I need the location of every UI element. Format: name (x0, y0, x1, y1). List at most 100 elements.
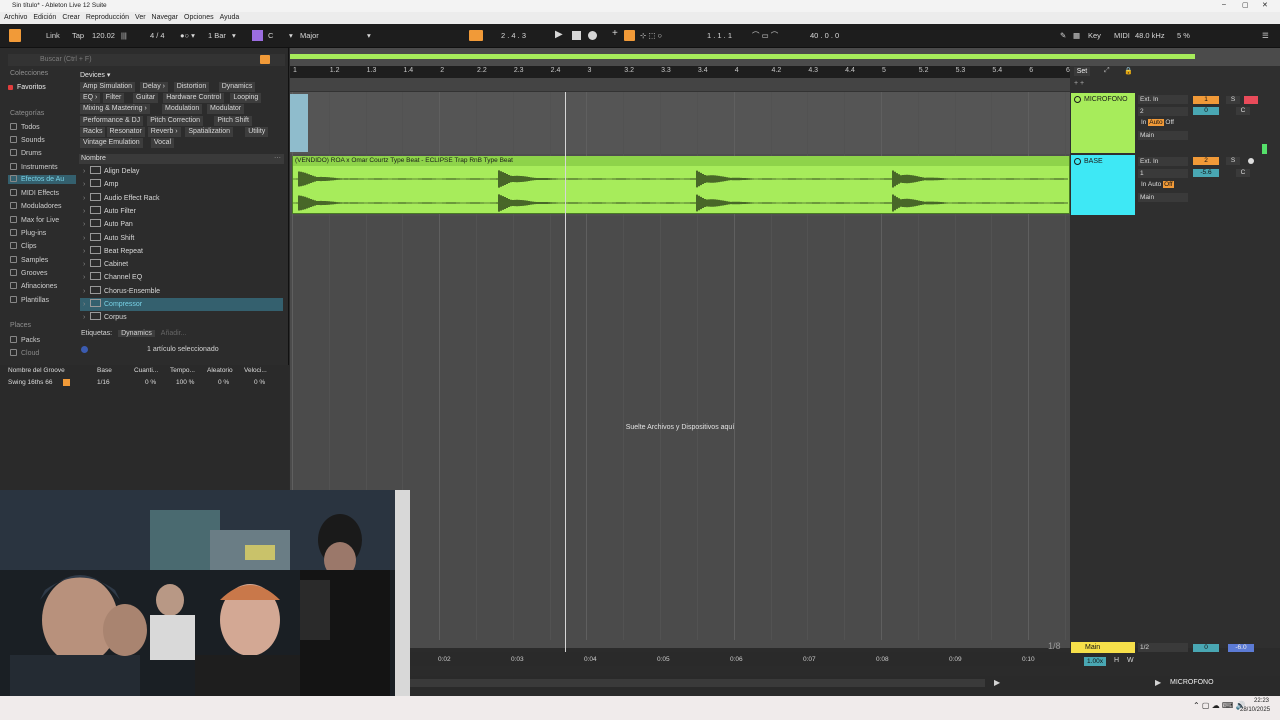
groove-col-base[interactable]: Base (97, 366, 112, 376)
system-tray-icon[interactable]: ⌃ ▢ ☁ ⌨ 🔊 (1193, 701, 1246, 710)
computer-keyboard-icon[interactable]: ▦ (1073, 30, 1080, 42)
song-position[interactable]: 2 . 4 . 3 (501, 30, 526, 42)
sidebar-item-max-for-live[interactable]: Max for Live (10, 216, 59, 225)
sidebar-item-instruments[interactable]: Instruments (10, 163, 58, 172)
expand-icon[interactable]: ⤢ (1104, 67, 1110, 75)
arrangement-record-icon[interactable] (469, 30, 483, 41)
main-volume[interactable]: 0 (1193, 644, 1219, 652)
capture-icon[interactable]: ⊹ ⬚ ○ (640, 30, 662, 42)
expand-arrow-icon[interactable]: › (83, 271, 85, 284)
device-tag[interactable]: Utility (245, 126, 269, 137)
expand-arrow-icon[interactable]: › (83, 192, 85, 205)
metronome-icon[interactable]: ||| (121, 30, 127, 42)
track-name[interactable]: BASE (1084, 158, 1103, 165)
sidebar-item-sounds[interactable]: Sounds (10, 136, 45, 145)
solo-button[interactable]: S (1226, 96, 1240, 104)
browser-toggle-icon[interactable] (9, 29, 21, 42)
sidebar-item-plantillas[interactable]: Plantillas (10, 296, 49, 305)
device-tag[interactable]: Dynamics (218, 82, 256, 92)
monitor-in[interactable]: In (1141, 181, 1146, 188)
link-button[interactable]: Link (46, 30, 60, 42)
expand-arrow-icon[interactable]: › (83, 285, 85, 298)
device-list-item[interactable]: › Auto Filter (80, 205, 283, 218)
device-list-item[interactable]: › Cabinet (80, 258, 283, 271)
sidebar-item-cloud[interactable]: Cloud (10, 349, 39, 358)
device-list-item[interactable]: › Corpus (80, 311, 283, 324)
stop-icon[interactable] (572, 31, 581, 40)
sidebar-item-afinaciones[interactable]: Afinaciones (10, 282, 57, 291)
h-button[interactable]: H (1114, 657, 1119, 664)
menu-ayuda[interactable]: Ayuda (220, 14, 240, 21)
groove-col-quantize[interactable]: Cuanti... (134, 366, 158, 376)
device-tag[interactable]: Amp Simulation (80, 82, 136, 92)
play-icon[interactable]: ▶ (555, 29, 563, 41)
volume-field[interactable]: -5.6 (1193, 169, 1219, 177)
expand-arrow-icon[interactable]: › (83, 232, 85, 245)
monitor-auto[interactable]: Auto (1148, 181, 1161, 188)
draw-mode-icon[interactable]: ✎ (1060, 30, 1066, 42)
sidebar-item-grooves[interactable]: Grooves (10, 269, 47, 278)
quantize-dropdown[interactable]: 1 Bar (208, 30, 226, 42)
monitor-off[interactable]: Off (1165, 119, 1174, 126)
horizontal-scrollbar[interactable] (410, 679, 985, 687)
punch-icon[interactable]: ⌒ ▭ ⌒ (752, 30, 778, 42)
time-ruler[interactable]: 0:02 0:03 0:04 0:05 0:06 0:07 0:08 0:09 0:10 (410, 652, 1070, 666)
menu-navegar[interactable]: Navegar (152, 14, 178, 21)
device-tag[interactable]: Resonator (106, 126, 145, 137)
device-tag[interactable]: Delay › (139, 82, 168, 92)
device-list-item[interactable]: › Channel EQ (80, 271, 283, 284)
monitor-off[interactable]: Off (1163, 181, 1174, 188)
tap-button[interactable]: Tap (72, 30, 84, 42)
track-activator-number[interactable]: 2 (1193, 157, 1219, 165)
device-tag[interactable]: Looping (230, 93, 262, 104)
sidebar-item-drums[interactable]: Drums (10, 149, 42, 158)
beat-ruler[interactable]: 1 1.2 1.3 1.4 2 2.2 2.3 2.4 3 3.2 3.3 3.4 4 4.2 4.3 4.4… (290, 66, 1076, 78)
loop-start-field[interactable]: 1 . 1 . 1 (707, 30, 732, 42)
sidebar-item-samples[interactable]: Samples (10, 256, 48, 265)
track-header-microfono[interactable]: MICROFONO (1071, 93, 1135, 153)
loop-brace[interactable] (290, 54, 1195, 59)
locator-lane[interactable] (290, 78, 1070, 92)
device-tag[interactable]: EQ › (80, 93, 101, 104)
output-select[interactable]: Main (1138, 131, 1188, 140)
track-header-base[interactable]: BASE (1071, 155, 1135, 215)
input-channel-select[interactable]: 2 (1138, 107, 1188, 116)
add-locator-icon[interactable]: + + (1074, 80, 1084, 87)
device-list-item[interactable]: › Auto Pan (80, 218, 283, 231)
device-list-item[interactable]: › Amp (80, 178, 283, 191)
follow-icon[interactable]: ●○ ▾ (180, 30, 195, 42)
arm-record-icon[interactable] (1248, 158, 1254, 164)
groove-random[interactable]: 0 % (218, 378, 229, 388)
more-icon[interactable]: ⋯ (274, 154, 281, 164)
output-select[interactable]: Main (1138, 193, 1188, 202)
device-tag[interactable]: Pitch Correction (147, 115, 203, 126)
w-button[interactable]: W (1127, 657, 1134, 664)
monitor-in[interactable]: In (1141, 119, 1146, 126)
hot-swap-icon[interactable] (63, 379, 70, 386)
sidebar-item-clips[interactable]: Clips (10, 242, 37, 251)
arm-record-icon[interactable] (1244, 96, 1258, 104)
track-activator-number[interactable]: 1 (1193, 96, 1219, 104)
groove-velocity[interactable]: 0 % (254, 378, 265, 388)
device-tag[interactable]: Modulation (162, 104, 203, 115)
expand-arrow-icon[interactable]: › (83, 311, 85, 324)
device-list-item[interactable]: › Beat Repeat (80, 245, 283, 258)
expand-arrow-icon[interactable]: › (83, 245, 85, 258)
set-button[interactable]: Set (1074, 67, 1090, 76)
device-tag[interactable]: Hardware Control (163, 93, 225, 104)
menu-icon[interactable]: ☰ (1262, 30, 1269, 42)
expand-arrow-icon[interactable]: › (83, 258, 85, 271)
close-icon[interactable]: ✕ (1262, 1, 1268, 9)
groove-timing[interactable]: 100 % (176, 378, 194, 388)
info-icon[interactable] (81, 346, 88, 353)
input-type-select[interactable]: Ext. In (1138, 157, 1188, 166)
filter-icon[interactable] (260, 55, 270, 64)
monitor-switch[interactable]: In Auto Off (1141, 181, 1174, 188)
midi-map-button[interactable]: MIDI (1114, 30, 1130, 42)
menu-crear[interactable]: Crear (62, 14, 80, 21)
expand-arrow-icon[interactable]: › (83, 165, 85, 178)
tempo-factor[interactable]: 1.00x (1084, 657, 1106, 666)
tag-dynamics[interactable]: Dynamics (118, 330, 155, 337)
track-name[interactable]: MICROFONO (1084, 96, 1128, 103)
tempo-field[interactable]: 120.02 (92, 30, 115, 42)
